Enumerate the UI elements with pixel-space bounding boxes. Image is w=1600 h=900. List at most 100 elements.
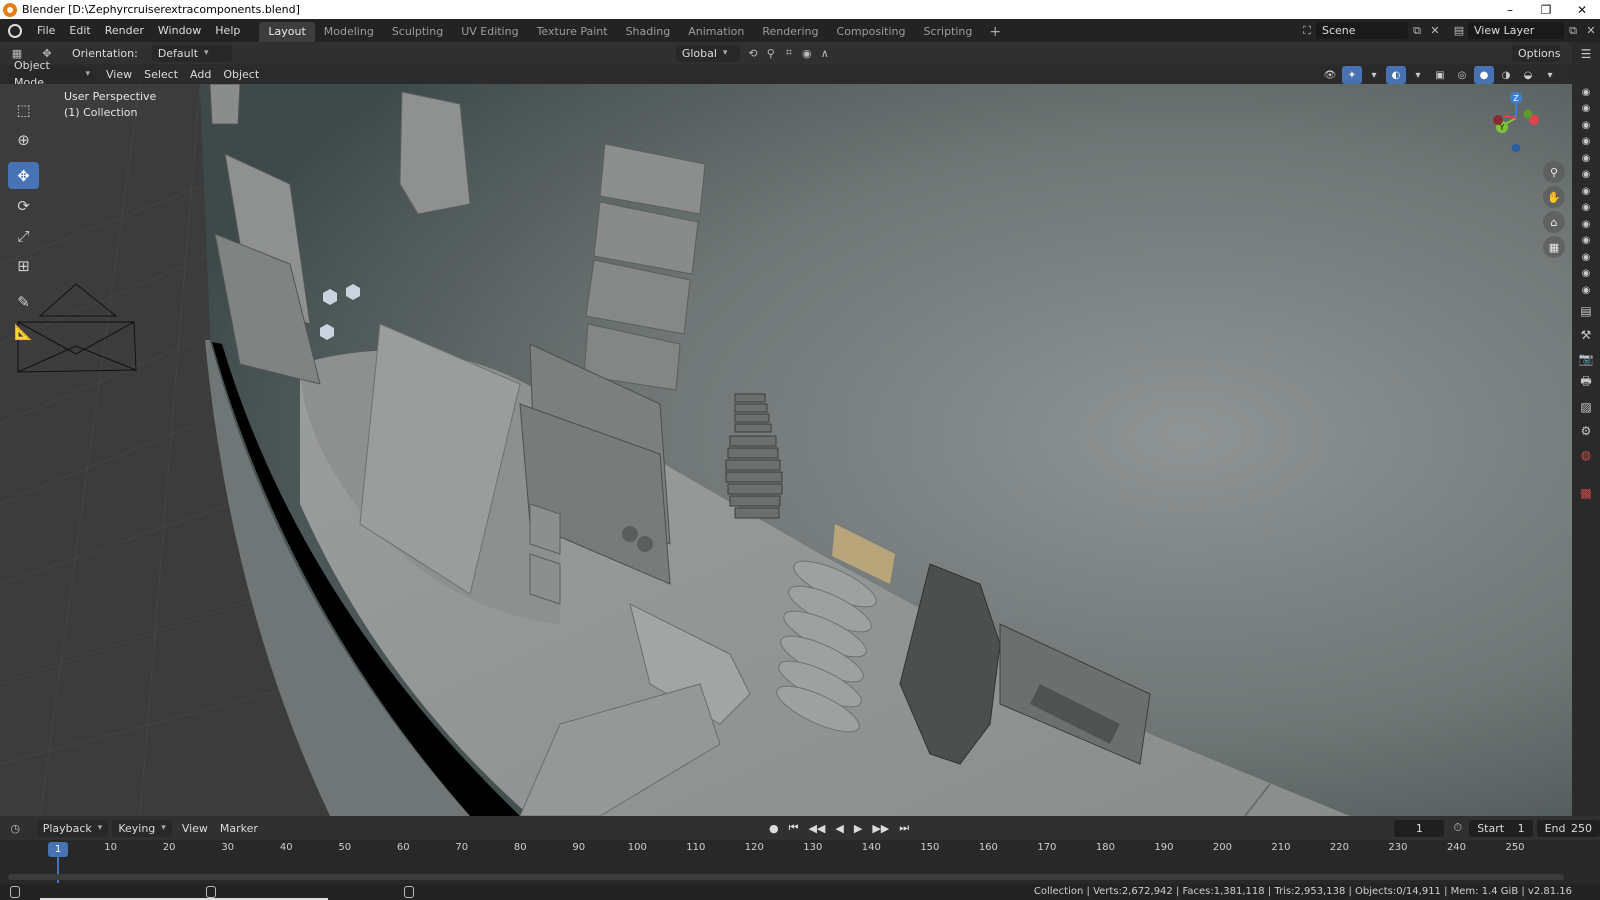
timeline-scrollbar[interactable]: [8, 874, 1564, 880]
render-properties-icon[interactable]: 📷: [1572, 347, 1600, 371]
3d-viewport[interactable]: User Perspective (1) Collection Z Y: [0, 84, 1572, 816]
playhead-frame[interactable]: 1: [48, 842, 68, 857]
timeline-menu-marker[interactable]: Marker: [214, 822, 264, 835]
menu-window[interactable]: Window: [151, 19, 208, 42]
keying-menu[interactable]: Keying ▾: [112, 819, 172, 837]
properties-editor-icon[interactable]: ▤: [1572, 299, 1600, 323]
rotate-icon[interactable]: ⟳: [8, 192, 39, 219]
restore-button[interactable]: ❐: [1528, 0, 1564, 19]
xray-toggle-icon[interactable]: ▣: [1430, 66, 1450, 84]
output-properties-icon[interactable]: 🖶: [1572, 371, 1600, 395]
delete-scene-icon[interactable]: ✕: [1426, 22, 1444, 39]
navigation-gizmo[interactable]: Z Y: [1490, 90, 1550, 156]
record-icon[interactable]: ●: [764, 822, 784, 835]
outliner-icon[interactable]: ☰: [1572, 42, 1600, 66]
menu-file[interactable]: File: [30, 19, 62, 42]
eye-icon[interactable]: ◉: [1572, 233, 1600, 250]
eye-icon[interactable]: ◉: [1572, 117, 1600, 134]
tab-modeling[interactable]: Modeling: [315, 22, 383, 42]
prev-keyframe-icon[interactable]: ◀◀: [803, 822, 830, 835]
view-layer-properties-icon[interactable]: ▨: [1572, 395, 1600, 419]
playback-menu[interactable]: Playback ▾: [36, 819, 109, 837]
eye-icon[interactable]: ◉: [1572, 216, 1600, 233]
orientation-dropdown[interactable]: Default ▾: [151, 44, 232, 62]
menu-view[interactable]: View: [100, 68, 138, 81]
gizmo-dropdown-icon[interactable]: ▾: [1364, 66, 1384, 84]
pan-hand-icon[interactable]: ✋: [1543, 186, 1565, 208]
shading-solid-icon[interactable]: ●: [1474, 66, 1494, 84]
select-box-icon[interactable]: ⬚: [8, 96, 39, 123]
transform-orientation-dropdown[interactable]: Global ▾: [675, 44, 740, 62]
play-reverse-icon[interactable]: ◀: [830, 822, 848, 835]
stopwatch-icon[interactable]: ⏱: [1450, 820, 1465, 837]
snap-target-icon[interactable]: ⌗: [780, 45, 798, 62]
eye-icon[interactable]: ◉: [1572, 200, 1600, 217]
texture-properties-icon[interactable]: ▩: [1572, 481, 1600, 505]
gizmo-neg-x-axis[interactable]: [1493, 115, 1503, 125]
shading-dropdown-icon[interactable]: ▾: [1540, 66, 1560, 84]
options-dropdown[interactable]: Options: [1512, 44, 1560, 62]
shading-rendered-icon[interactable]: ◒: [1518, 66, 1538, 84]
move-icon[interactable]: ✥: [8, 162, 39, 189]
perspective-toggle-icon[interactable]: ▦: [1543, 236, 1565, 258]
timeline-editor-type-icon[interactable]: ◷: [8, 820, 23, 837]
camera-view-icon[interactable]: ⌂: [1543, 211, 1565, 233]
add-workspace-button[interactable]: +: [981, 22, 1009, 42]
view-layer-icon[interactable]: ▤: [1450, 22, 1468, 39]
shading-wireframe-icon[interactable]: ◎: [1452, 66, 1472, 84]
close-button[interactable]: ✕: [1564, 0, 1600, 19]
eye-icon[interactable]: ◉: [1572, 266, 1600, 283]
tab-layout[interactable]: Layout: [259, 22, 315, 42]
menu-select[interactable]: Select: [138, 68, 184, 81]
jump-end-icon[interactable]: ⏭: [894, 821, 914, 835]
mode-dropdown[interactable]: Object Mode ▾: [8, 59, 96, 89]
end-frame-field[interactable]: End 250: [1536, 819, 1600, 837]
transform-icon[interactable]: ⊞: [8, 252, 39, 279]
scale-icon[interactable]: ⤢: [8, 222, 39, 249]
start-frame-field[interactable]: Start 1: [1469, 819, 1533, 837]
measure-icon[interactable]: 📐: [8, 318, 39, 345]
menu-help[interactable]: Help: [208, 19, 247, 42]
tab-animation[interactable]: Animation: [679, 22, 753, 42]
menu-object[interactable]: Object: [217, 68, 265, 81]
tab-texture-paint[interactable]: Texture Paint: [528, 22, 617, 42]
eye-icon[interactable]: ◉: [1572, 183, 1600, 200]
overlay-toggle-icon[interactable]: ◐: [1386, 66, 1406, 84]
eye-icon[interactable]: ◉: [1572, 150, 1600, 167]
annotate-icon[interactable]: ✎: [8, 288, 39, 315]
jump-start-icon[interactable]: ⏮: [784, 821, 804, 835]
minimize-button[interactable]: –: [1492, 0, 1528, 19]
cursor-icon[interactable]: ⊕: [8, 126, 39, 153]
visibility-selectability-icon[interactable]: 👁: [1320, 66, 1340, 84]
eye-icon[interactable]: ◉: [1572, 101, 1600, 118]
menu-edit[interactable]: Edit: [62, 19, 97, 42]
timeline-area[interactable]: 10 20 30 40 50 60 70 80 90 100 110 120 130 140 150 160 1…: [0, 840, 1600, 884]
eye-icon[interactable]: ◉: [1572, 134, 1600, 151]
world-properties-icon[interactable]: ◍: [1572, 443, 1600, 467]
shading-material-icon[interactable]: ◑: [1496, 66, 1516, 84]
overlay-dropdown-icon[interactable]: ▾: [1408, 66, 1428, 84]
eye-icon[interactable]: ◉: [1572, 84, 1600, 101]
gizmo-neg-z-axis[interactable]: [1511, 143, 1521, 153]
next-keyframe-icon[interactable]: ▶▶: [867, 822, 894, 835]
scene-icon[interactable]: ⛶: [1298, 22, 1316, 39]
tab-rendering[interactable]: Rendering: [753, 22, 827, 42]
current-frame-field[interactable]: 1: [1394, 819, 1445, 837]
view-layer-field[interactable]: View Layer: [1468, 22, 1564, 39]
blender-logo-icon[interactable]: [8, 23, 22, 38]
tab-scripting[interactable]: Scripting: [914, 22, 981, 42]
eye-icon[interactable]: ◉: [1572, 167, 1600, 184]
gizmo-neg-y-axis[interactable]: [1523, 109, 1533, 119]
delete-view-layer-icon[interactable]: ✕: [1582, 22, 1600, 39]
tab-uv-editing[interactable]: UV Editing: [452, 22, 527, 42]
falloff-icon[interactable]: ∧: [816, 45, 834, 62]
menu-render[interactable]: Render: [98, 19, 151, 42]
scene-field[interactable]: Scene: [1316, 22, 1408, 39]
tab-shading[interactable]: Shading: [617, 22, 680, 42]
zoom-icon[interactable]: ⚲: [1543, 161, 1565, 183]
eye-icon[interactable]: ◉: [1572, 282, 1600, 299]
new-view-layer-icon[interactable]: ⧉: [1564, 22, 1582, 39]
snap-icon[interactable]: ⚲: [762, 45, 780, 62]
timeline-menu-view[interactable]: View: [176, 822, 214, 835]
scene-properties-icon[interactable]: ⚙: [1572, 419, 1600, 443]
